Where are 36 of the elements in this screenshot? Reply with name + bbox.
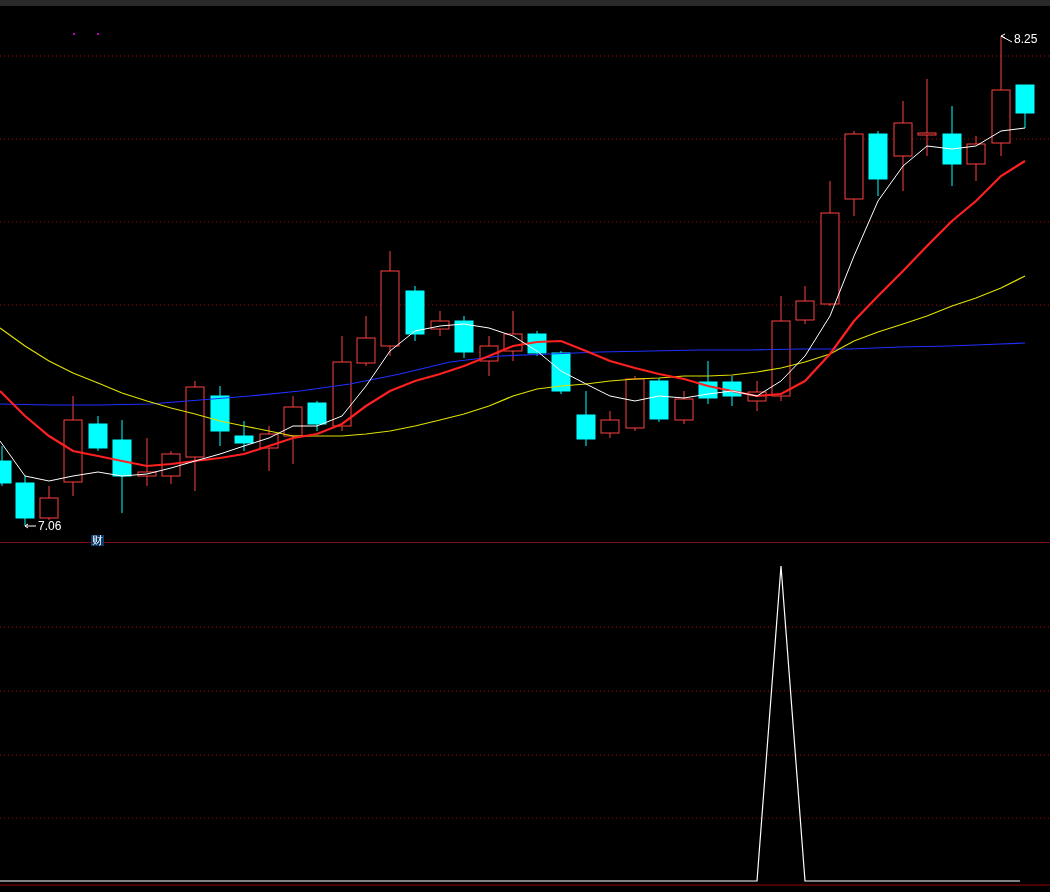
candlestick — [39, 485, 59, 521]
candlestick — [966, 135, 986, 182]
candlestick — [210, 385, 230, 447]
candlestick — [600, 410, 620, 439]
candlestick — [0, 445, 12, 487]
candlestick — [405, 285, 425, 342]
candlestick — [625, 375, 645, 432]
candlestick — [356, 315, 376, 367]
arrow-icon — [24, 523, 37, 529]
candlestick — [15, 475, 35, 527]
candlestick — [307, 400, 327, 432]
candlestick — [161, 450, 181, 485]
candlestick — [283, 395, 303, 465]
candlestick — [868, 130, 888, 197]
marker-dot — [97, 33, 99, 35]
event-marker[interactable]: 财 — [91, 535, 104, 546]
high-price-label: 8.25 — [1014, 33, 1038, 45]
candlestick — [649, 377, 669, 423]
candlestick — [88, 415, 108, 452]
candlestick — [698, 360, 718, 405]
candlestick — [722, 375, 742, 407]
candlestick — [137, 437, 157, 487]
candlestick — [259, 425, 279, 472]
candlestick — [430, 310, 450, 337]
candlestick — [234, 420, 254, 452]
marker-dot — [73, 33, 75, 35]
candlestick — [795, 285, 815, 325]
candlestick — [454, 315, 474, 359]
candlestick — [1015, 84, 1035, 129]
low-price-label: 7.06 — [38, 520, 62, 532]
candlestick — [674, 390, 694, 425]
arrow-icon — [1000, 33, 1013, 43]
candlestick — [479, 335, 499, 377]
candlestick — [576, 390, 596, 447]
candlestick — [503, 310, 523, 362]
candlestick — [747, 380, 767, 412]
